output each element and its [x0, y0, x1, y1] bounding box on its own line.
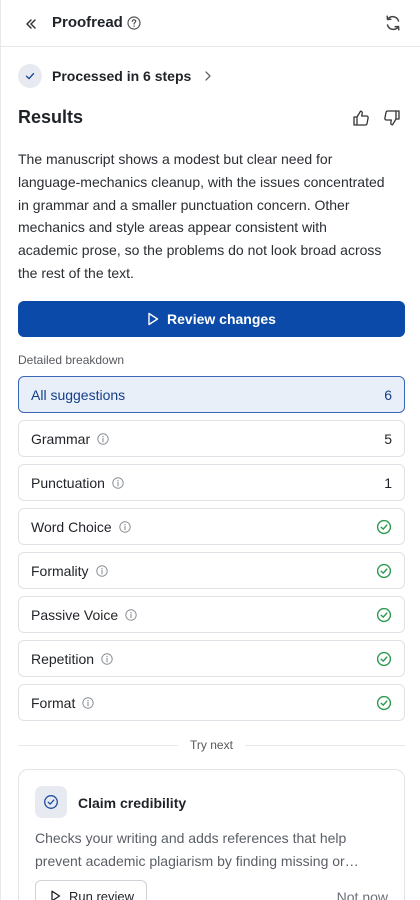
- breakdown-item-format[interactable]: Format: [18, 684, 405, 721]
- breakdown-item-repetition[interactable]: Repetition: [18, 640, 405, 677]
- processed-label: Processed in 6 steps: [52, 68, 192, 84]
- run-review-label: Run review: [69, 888, 135, 900]
- breakdown-item-passive-voice[interactable]: Passive Voice: [18, 596, 405, 633]
- refresh-icon[interactable]: [383, 13, 403, 33]
- double-chevron-left-icon: [26, 19, 36, 29]
- breakdown-item-word-choice[interactable]: Word Choice: [18, 508, 405, 545]
- review-changes-button[interactable]: Review changes: [18, 301, 405, 337]
- breakdown-item-label: Passive Voice: [31, 606, 119, 623]
- breakdown-item-label: Grammar: [31, 430, 91, 447]
- info-icon[interactable]: [95, 564, 108, 577]
- review-changes-label: Review changes: [167, 311, 276, 327]
- play-icon: [148, 312, 159, 326]
- breakdown-item-label: Formality: [31, 562, 89, 579]
- thumbs-down-icon[interactable]: [383, 109, 401, 127]
- breakdown-item-label: Punctuation: [31, 474, 105, 491]
- collapse-button[interactable]: [21, 14, 41, 34]
- try-next-label: Try next: [190, 738, 233, 752]
- breakdown-item-formality[interactable]: Formality: [18, 552, 405, 589]
- breakdown-item-count: 5: [384, 430, 392, 447]
- divider-line: [244, 744, 405, 746]
- play-icon: [51, 890, 61, 900]
- check-circle-icon: [376, 695, 392, 710]
- card-description: Checks your writing and adds references …: [35, 830, 359, 869]
- info-icon[interactable]: [118, 520, 131, 533]
- info-icon[interactable]: [101, 652, 113, 665]
- panel-title: Proofread: [52, 14, 123, 31]
- check-circle-icon: [376, 651, 392, 666]
- breakdown-item-label: Format: [31, 694, 76, 711]
- breakdown-item-label: Word Choice: [31, 518, 112, 535]
- processed-steps-toggle[interactable]: Processed in 6 steps: [18, 62, 213, 90]
- check-icon: [18, 64, 42, 88]
- check-circle-icon: [35, 786, 67, 818]
- check-circle-icon: [376, 519, 392, 534]
- check-circle-icon: [376, 607, 392, 622]
- thumbs-up-icon[interactable]: [352, 109, 370, 127]
- info-icon[interactable]: [112, 476, 124, 489]
- run-review-button[interactable]: Run review: [35, 880, 147, 900]
- claim-credibility-card: Claim credibility Checks your writing an…: [18, 769, 405, 900]
- divider-line: [18, 744, 179, 746]
- not-now-button[interactable]: Not now: [337, 889, 388, 900]
- breakdown-item-count: 1: [384, 474, 392, 491]
- try-next-divider: Try next: [18, 737, 405, 753]
- card-title: Claim credibility: [78, 795, 187, 811]
- chevron-right-icon: [205, 71, 211, 81]
- breakdown-item-all-suggestions[interactable]: All suggestions 6: [18, 376, 405, 413]
- proofread-panel: Proofread Processed in 6 steps Results T…: [0, 0, 420, 900]
- breakdown-heading: Detailed breakdown: [18, 353, 125, 367]
- info-icon[interactable]: [82, 696, 95, 709]
- breakdown-item-label: Repetition: [31, 650, 95, 667]
- breakdown-item-punctuation[interactable]: Punctuation 1: [18, 464, 405, 501]
- breakdown-item-count: 6: [384, 386, 392, 403]
- breakdown-item-label: All suggestions: [31, 386, 126, 403]
- results-summary: The manuscript shows a modest but clear …: [18, 151, 385, 281]
- question-circle-icon[interactable]: [127, 16, 141, 30]
- info-icon[interactable]: [97, 432, 109, 445]
- info-icon[interactable]: [125, 608, 137, 621]
- panel-header: Proofread: [1, 0, 420, 47]
- breakdown-item-grammar[interactable]: Grammar 5: [18, 420, 405, 457]
- check-circle-icon: [376, 563, 392, 578]
- results-heading: Results: [18, 107, 84, 127]
